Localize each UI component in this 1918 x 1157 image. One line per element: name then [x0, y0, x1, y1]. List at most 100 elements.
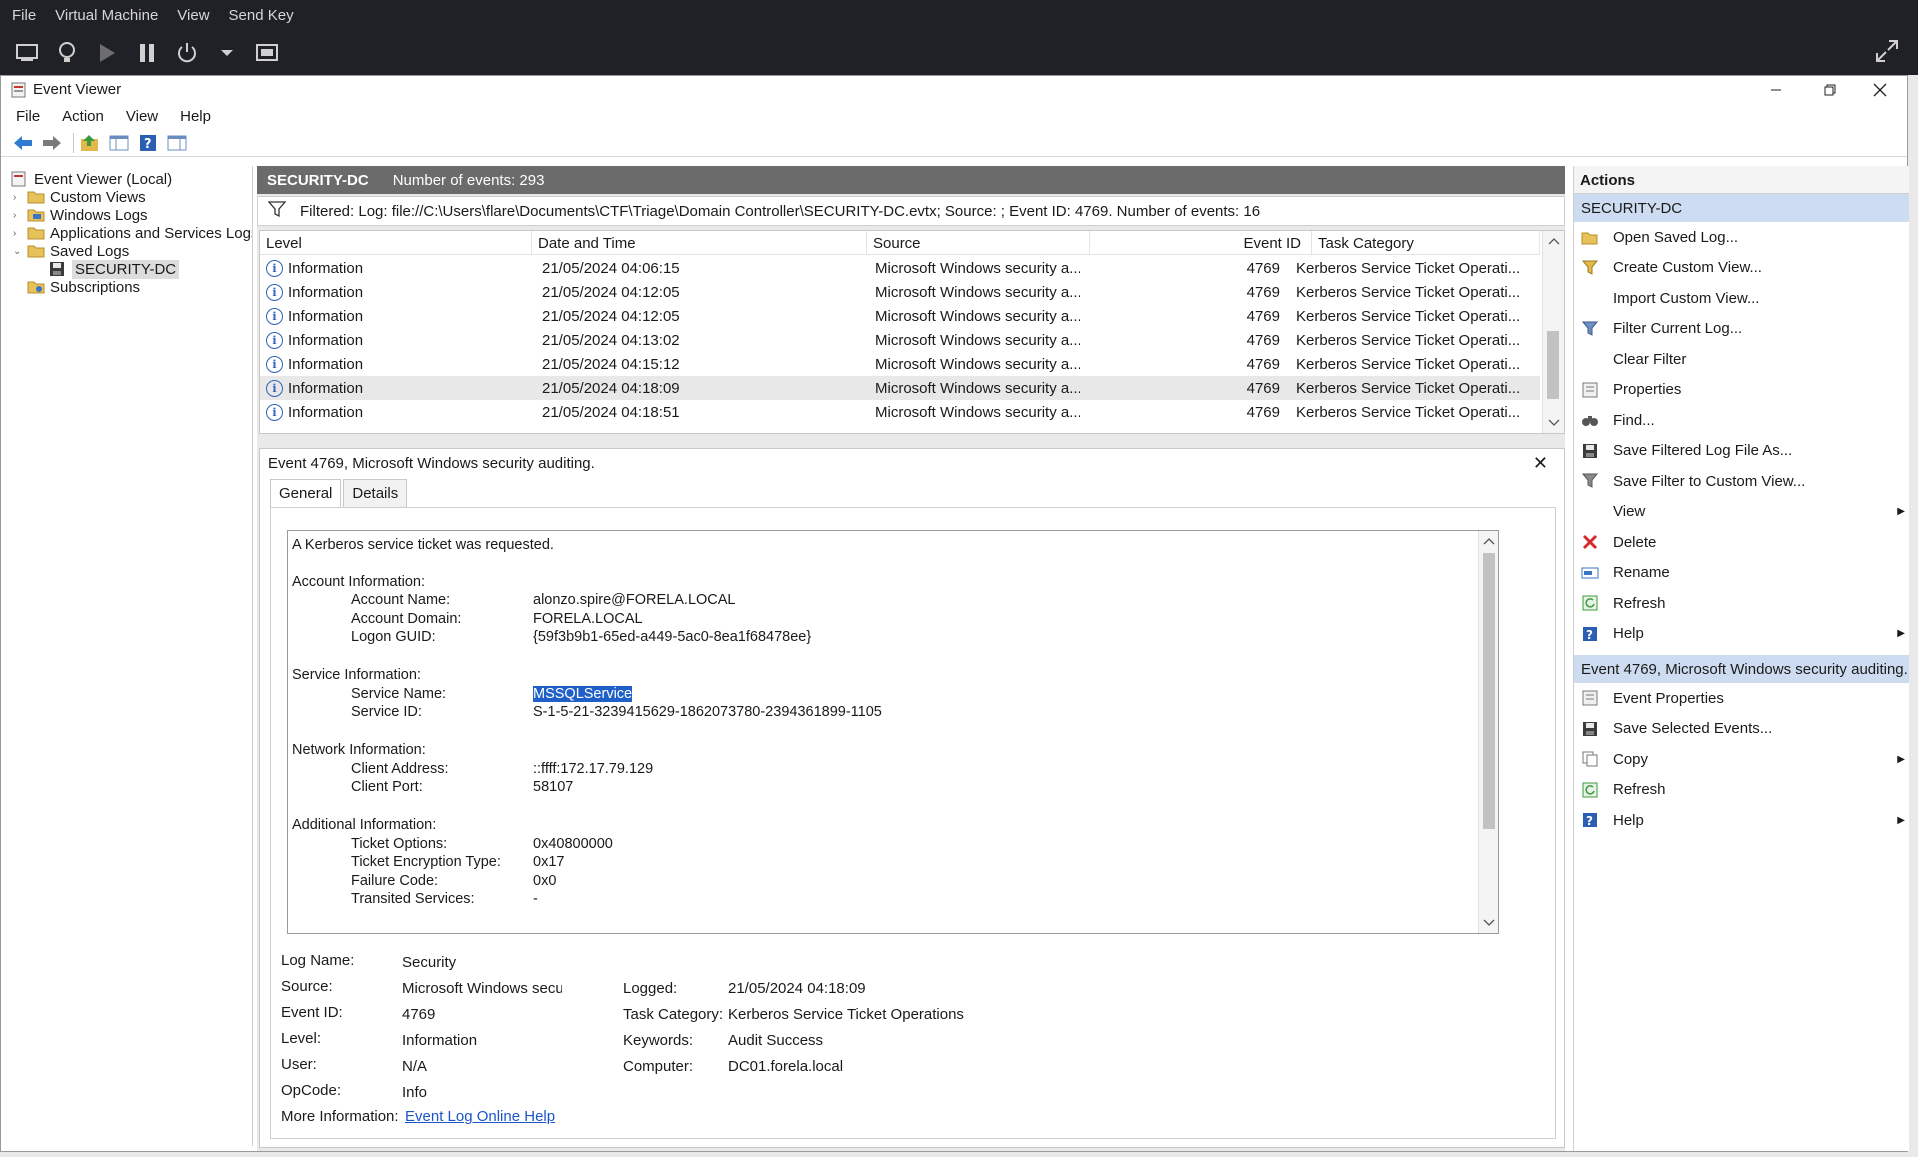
scroll-down-icon[interactable] [1483, 919, 1495, 927]
show-hide-console-tree-icon[interactable] [107, 132, 131, 154]
vm-power-dropdown-icon[interactable] [212, 38, 242, 68]
expand-chevron-icon[interactable]: › [13, 192, 27, 203]
close-button[interactable] [1857, 76, 1903, 103]
restore-button[interactable] [1807, 76, 1853, 103]
value-account-domain: FORELA.LOCAL [533, 611, 643, 627]
action-save-selected-events[interactable]: Save Selected Events... [1574, 714, 1909, 745]
row-date: 21/05/2024 04:18:51 [542, 403, 680, 421]
column-event-id[interactable]: Event ID [1090, 231, 1312, 254]
action-label: Find... [1613, 411, 1655, 429]
action-view[interactable]: View ▶ [1574, 497, 1909, 528]
vm-pause-icon[interactable] [132, 38, 162, 68]
action-refresh[interactable]: Refresh [1574, 775, 1909, 806]
vm-power-icon[interactable] [172, 38, 202, 68]
action-label: Import Custom View... [1613, 289, 1760, 307]
action-refresh[interactable]: Refresh [1574, 588, 1909, 619]
up-folder-icon[interactable] [78, 132, 102, 154]
scroll-down-icon[interactable] [1548, 419, 1560, 427]
subscriptions-icon [27, 279, 45, 295]
message-scroll-thumb[interactable] [1483, 553, 1495, 829]
action-create-custom-view[interactable]: Create Custom View... [1574, 253, 1909, 284]
forward-arrow-icon[interactable] [40, 132, 64, 154]
help-icon: ? [1580, 811, 1600, 829]
show-hide-action-pane-icon[interactable] [165, 132, 189, 154]
vm-fullscreen-icon[interactable] [1874, 38, 1900, 68]
saved-log-disk-icon [49, 261, 67, 277]
action-open-saved-log[interactable]: Open Saved Log... [1574, 222, 1909, 253]
vm-menu-virtual-machine[interactable]: Virtual Machine [55, 7, 158, 24]
value-keywords: Audit Success [728, 1032, 824, 1049]
refresh-icon [1580, 594, 1600, 612]
vm-snapshot-icon[interactable] [252, 38, 282, 68]
row-event-id: 4769 [1246, 403, 1280, 421]
close-icon[interactable]: ✕ [1533, 453, 1548, 474]
action-find[interactable]: Find... [1574, 405, 1909, 436]
vm-menu-view[interactable]: View [177, 7, 209, 24]
action-label: Properties [1613, 381, 1682, 399]
expand-chevron-icon[interactable]: › [13, 210, 27, 221]
title-bar: Event Viewer [1, 76, 1907, 103]
column-source[interactable]: Source [867, 231, 1090, 254]
vm-console-icon[interactable] [12, 38, 42, 68]
actions-section-event[interactable]: Event 4769, Microsoft Windows security a… [1574, 655, 1909, 683]
action-clear-filter[interactable]: Clear Filter [1574, 344, 1909, 375]
collapse-chevron-icon[interactable]: ⌄ [13, 246, 27, 257]
action-help[interactable]: ? Help ▶ [1574, 805, 1909, 836]
help-icon[interactable]: ? [136, 132, 160, 154]
table-row[interactable]: i Information 21/05/2024 04:06:15 Microso… [260, 256, 1540, 280]
folder-icon [27, 189, 45, 205]
action-label: Create Custom View... [1613, 259, 1762, 277]
table-row-selected[interactable]: i Information 21/05/2024 04:18:09 Microso… [260, 376, 1540, 400]
table-row[interactable]: i Information 21/05/2024 04:12:05 Microso… [260, 280, 1540, 304]
column-level[interactable]: Level [260, 231, 532, 254]
action-help[interactable]: ? Help ▶ [1574, 619, 1909, 650]
column-task-category[interactable]: Task Category [1312, 231, 1540, 254]
action-save-filter-to-custom-view[interactable]: Save Filter to Custom View... [1574, 466, 1909, 497]
vm-play-icon[interactable] [92, 38, 122, 68]
scroll-up-icon[interactable] [1548, 237, 1560, 245]
row-event-id: 4769 [1246, 331, 1280, 349]
table-row[interactable]: i Information 21/05/2024 04:15:12 Microso… [260, 352, 1540, 376]
action-save-filtered-log-file-as[interactable]: Save Filtered Log File As... [1574, 436, 1909, 467]
row-level: Information [288, 379, 364, 397]
action-delete[interactable]: Delete [1574, 527, 1909, 558]
action-event-properties[interactable]: Event Properties [1574, 683, 1909, 714]
message-scrollbar[interactable] [1478, 531, 1498, 933]
action-properties[interactable]: Properties [1574, 375, 1909, 406]
table-row[interactable]: i Information 21/05/2024 04:18:51 Microso… [260, 400, 1540, 424]
action-import-custom-view[interactable]: Import Custom View... [1574, 283, 1909, 314]
vm-lightbulb-icon[interactable] [52, 38, 82, 68]
menu-file[interactable]: File [16, 108, 40, 125]
action-filter-current-log[interactable]: Filter Current Log... [1574, 314, 1909, 345]
expand-chevron-icon[interactable]: › [13, 228, 27, 239]
center-pane: SECURITY-DC Number of events: 293 Filter… [257, 166, 1565, 1151]
value-client-port: 58107 [533, 779, 574, 795]
folder-icon [27, 225, 45, 241]
vm-menu-send-key[interactable]: Send Key [229, 7, 294, 24]
value-ticket-options: 0x40800000 [533, 836, 613, 852]
action-rename[interactable]: Rename [1574, 558, 1909, 589]
filter-icon [1580, 320, 1600, 338]
action-copy[interactable]: Copy ▶ [1574, 744, 1909, 775]
scroll-up-icon[interactable] [1483, 537, 1495, 545]
value-logon-guid: {59f3b9b1-65ed-a449-5ac0-8ea1f68478ee} [533, 629, 812, 645]
events-grid: Level Date and Time Source Event ID Task… [259, 230, 1565, 434]
row-date: 21/05/2024 04:13:02 [542, 331, 680, 349]
vm-menu-file[interactable]: File [12, 7, 36, 24]
actions-section-security-dc[interactable]: SECURITY-DC [1574, 194, 1909, 222]
column-date-time[interactable]: Date and Time [532, 231, 867, 254]
menu-action[interactable]: Action [62, 108, 104, 125]
tab-details[interactable]: Details [343, 479, 408, 507]
grid-scrollbar[interactable] [1542, 231, 1564, 433]
menu-help[interactable]: Help [180, 108, 211, 125]
minimize-button[interactable] [1753, 76, 1799, 103]
grid-scroll-thumb[interactable] [1547, 331, 1559, 399]
table-row[interactable]: i Information 21/05/2024 04:12:05 Microso… [260, 304, 1540, 328]
event-log-online-help-link[interactable]: Event Log Online Help [405, 1108, 555, 1125]
event-message-box[interactable]: A Kerberos service ticket was requested.… [287, 530, 1499, 934]
tab-general[interactable]: General [270, 479, 342, 507]
tree-item-subscriptions[interactable]: Subscriptions [27, 276, 140, 298]
table-row[interactable]: i Information 21/05/2024 04:13:02 Microso… [260, 328, 1540, 352]
back-arrow-icon[interactable] [11, 132, 35, 154]
menu-view[interactable]: View [126, 108, 158, 125]
